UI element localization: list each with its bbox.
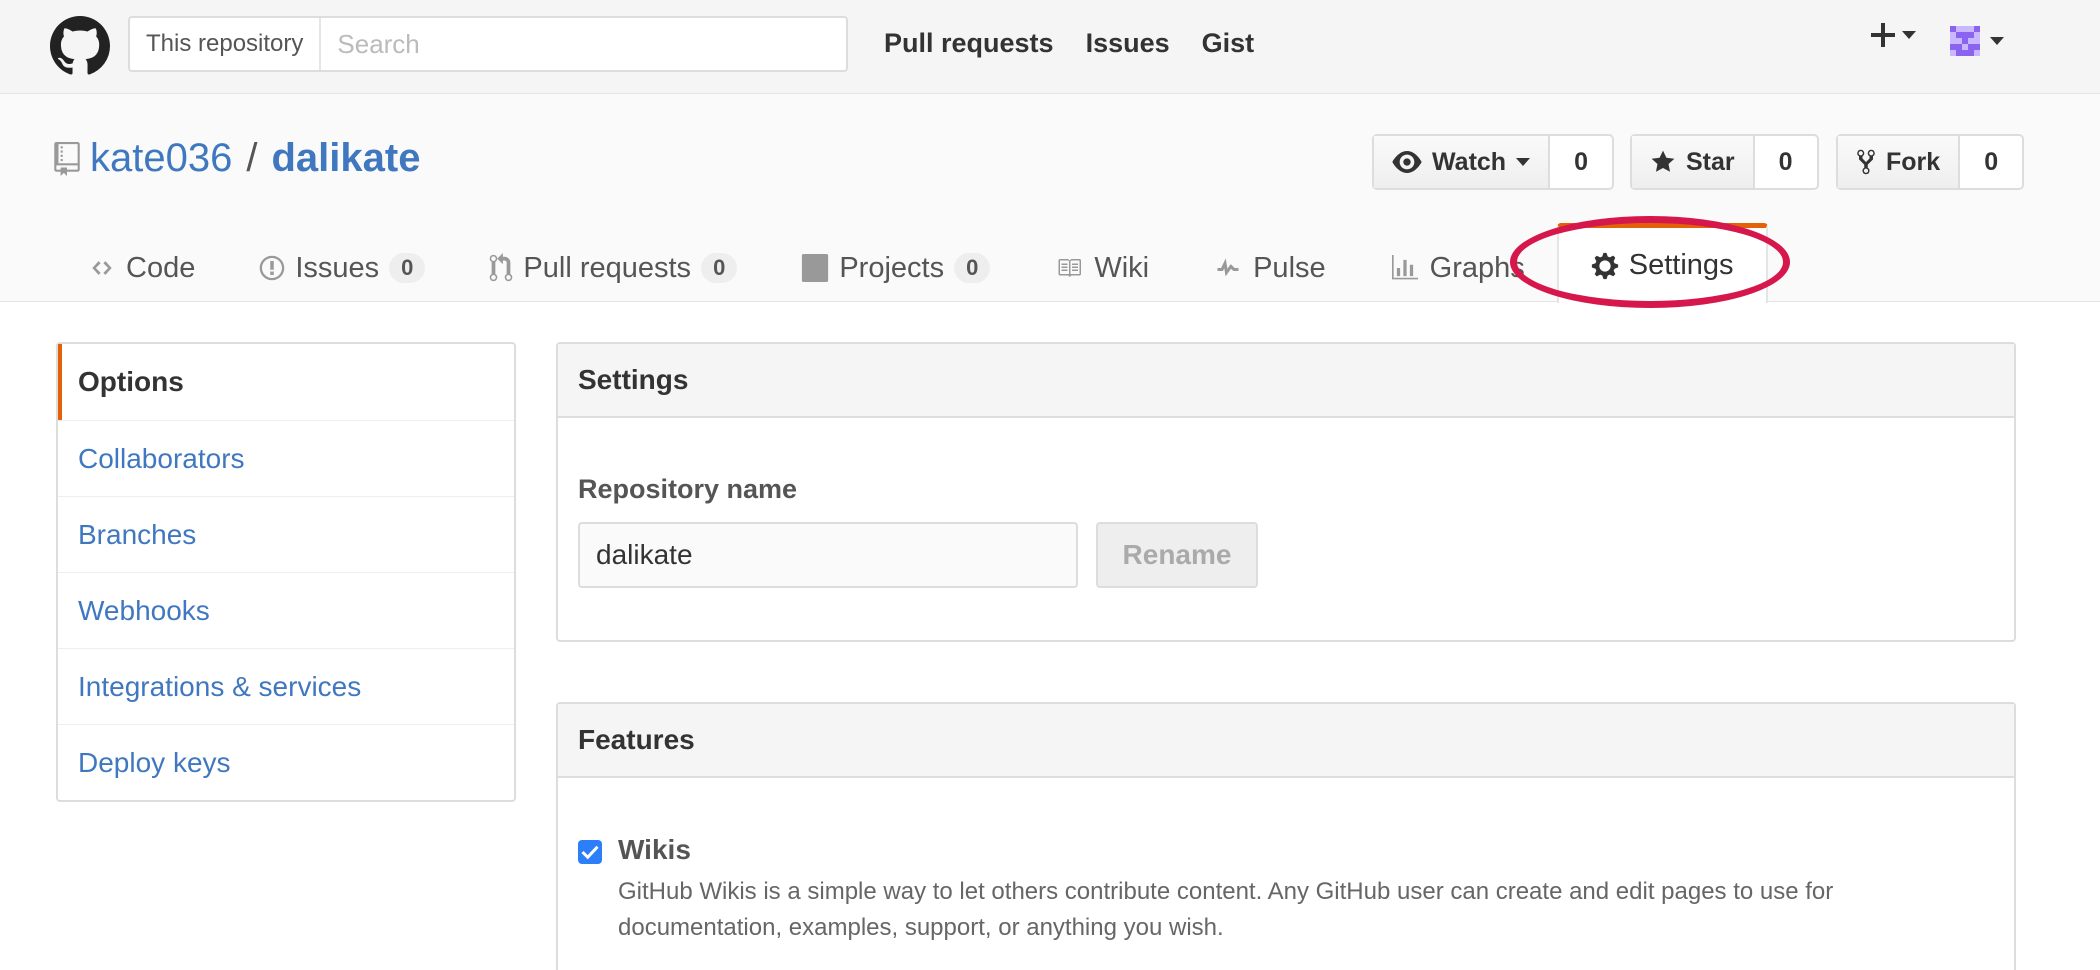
tab-label: Settings <box>1628 249 1734 281</box>
tab-label: Pulse <box>1253 251 1326 284</box>
watch-button[interactable]: Watch <box>1374 136 1551 188</box>
fork-button-group: Fork 0 <box>1836 134 2025 190</box>
settings-panel: Settings Repository name dalikate Rename <box>556 342 2016 642</box>
search-bar: This repository <box>128 16 848 72</box>
sidebar-item-branches[interactable]: Branches <box>58 496 514 572</box>
tab-label: Wiki <box>1094 251 1150 284</box>
chevron-down-icon <box>1990 37 2004 45</box>
sidebar-item-collaborators[interactable]: Collaborators <box>58 420 514 496</box>
repo-path-separator: / <box>246 136 258 180</box>
fork-button[interactable]: Fork <box>1838 136 1961 188</box>
wikis-title: Wikis <box>618 834 691 865</box>
wiki-icon <box>1058 259 1082 277</box>
gear-icon <box>1591 252 1618 279</box>
top-header: This repository Pull requests Issues Gis… <box>0 0 2100 94</box>
top-nav: Pull requests Issues Gist <box>884 28 1254 59</box>
sidebar-item-options[interactable]: Options <box>58 344 514 420</box>
features-panel: Features Wikis GitHub Wikis is a simple … <box>556 702 2016 970</box>
nav-pull-requests[interactable]: Pull requests <box>884 28 1054 59</box>
watch-button-group: Watch 0 <box>1372 134 1614 190</box>
tab-label: Pull requests <box>523 251 692 284</box>
code-icon <box>92 261 112 275</box>
user-menu[interactable] <box>1950 26 2004 56</box>
watch-label: Watch <box>1432 147 1507 176</box>
star-count[interactable]: 0 <box>1755 136 1817 188</box>
tab-label: Graphs <box>1429 251 1525 284</box>
sidebar-item-deploy-keys[interactable]: Deploy keys <box>58 724 514 800</box>
tab-projects[interactable]: Projects 0 <box>769 234 1022 302</box>
settings-sidebar-menu: Options Collaborators Branches Webhooks … <box>56 342 516 802</box>
repo-tabs: Code Issues 0 Pull requests 0 Projects 0… <box>56 223 1768 303</box>
repository-name-label: Repository name <box>578 474 798 504</box>
chevron-down-icon <box>1516 158 1531 166</box>
repo-title: kate036 / dalikate <box>54 136 420 181</box>
repository-name-input[interactable]: dalikate <box>578 522 1078 588</box>
create-new-menu[interactable] <box>1868 20 1916 50</box>
search-scope-label: This repository <box>130 18 322 70</box>
sidebar-item-integrations[interactable]: Integrations & services <box>58 648 514 724</box>
pull-requests-count-badge: 0 <box>701 253 738 283</box>
projects-count-badge: 0 <box>954 253 991 283</box>
settings-panel-title: Settings <box>558 344 2014 418</box>
star-button[interactable]: Star <box>1632 136 1755 188</box>
tab-settings[interactable]: Settings <box>1556 223 1768 303</box>
tab-issues[interactable]: Issues 0 <box>227 234 457 302</box>
sidebar-item-webhooks[interactable]: Webhooks <box>58 572 514 648</box>
project-icon <box>802 254 829 282</box>
pull-request-icon <box>490 253 513 282</box>
wikis-description: GitHub Wikis is a simple way to let othe… <box>618 878 1834 941</box>
tab-label: Code <box>126 251 196 284</box>
fork-label: Fork <box>1886 147 1941 176</box>
fork-count[interactable]: 0 <box>1960 136 2022 188</box>
repo-name-link[interactable]: dalikate <box>271 136 420 181</box>
check-icon <box>581 845 599 860</box>
avatar-icon <box>1950 26 1980 56</box>
github-logo-icon[interactable] <box>50 16 110 76</box>
nav-issues[interactable]: Issues <box>1086 28 1170 59</box>
star-button-group: Star 0 <box>1630 134 1819 190</box>
nav-gist[interactable]: Gist <box>1202 28 1255 59</box>
repo-icon <box>54 141 80 176</box>
rename-button[interactable]: Rename <box>1096 522 1258 588</box>
plus-icon <box>1871 23 1895 47</box>
tab-pulse[interactable]: Pulse <box>1181 234 1358 302</box>
star-label: Star <box>1686 147 1735 176</box>
tab-wiki[interactable]: Wiki <box>1022 234 1181 302</box>
issues-count-badge: 0 <box>389 253 426 283</box>
tab-label: Issues <box>295 251 380 284</box>
tab-pull-requests[interactable]: Pull requests 0 <box>457 234 769 302</box>
wikis-checkbox[interactable] <box>578 840 602 864</box>
features-panel-title: Features <box>558 704 2014 778</box>
issue-icon <box>260 255 285 281</box>
tab-label: Projects <box>839 251 945 284</box>
star-icon <box>1651 150 1675 172</box>
repo-owner-link[interactable]: kate036 <box>90 136 232 181</box>
watch-count[interactable]: 0 <box>1550 136 1612 188</box>
repo-header: kate036 / dalikate Watch 0 Star 0 Fork 0… <box>0 94 2100 303</box>
search-input[interactable] <box>321 18 846 70</box>
tab-graphs[interactable]: Graphs <box>1358 234 1557 302</box>
pulse-icon <box>1217 258 1239 277</box>
graph-icon <box>1391 255 1418 280</box>
fork-icon <box>1857 149 1875 175</box>
eye-icon <box>1392 151 1422 173</box>
tab-code[interactable]: Code <box>56 234 227 302</box>
chevron-down-icon <box>1902 31 1916 39</box>
